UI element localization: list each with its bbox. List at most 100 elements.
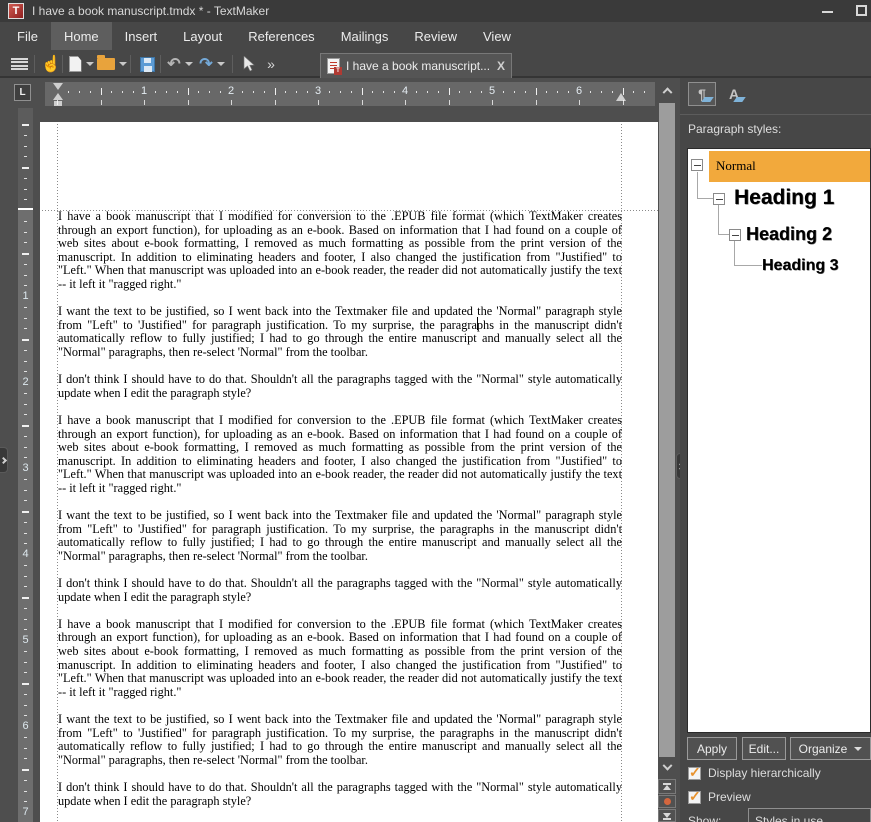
ruler-tick [90,91,91,93]
left-indent-marker[interactable] [53,93,63,100]
menu-home[interactable]: Home [51,22,112,50]
document-tab[interactable]: T I have a book manuscript.... X [320,53,512,78]
window-title: I have a book manuscript.tmdx * - TextMa… [32,4,269,18]
ruler-tick [24,500,27,501]
paragraph[interactable]: I don't think I should have to do that. … [58,781,622,808]
ruler-tick [362,88,363,95]
organize-button[interactable]: Organize [790,737,871,760]
show-filter-dropdown[interactable]: Styles in use [748,808,871,822]
ruler-tick [459,91,460,93]
first-line-indent-marker[interactable] [53,83,63,90]
style-item-heading-3[interactable]: Heading 3 [762,257,838,275]
document-file-icon: T [327,58,340,74]
ruler-tick [209,91,210,93]
ruler-tick [24,694,27,695]
browse-dot-icon [664,798,671,805]
ruler-number: 7 [18,806,33,818]
menu-references[interactable]: References [235,22,327,50]
checkbox-icon: ✓ [688,767,701,780]
style-item-heading-2[interactable]: Heading 2 [746,224,832,245]
edit-button[interactable]: Edit... [742,737,786,760]
ruler-tick [536,88,537,95]
apply-button[interactable]: Apply [687,737,737,760]
left-pane-handle[interactable] [0,447,8,473]
checkbox-icon: ✓ [688,791,701,804]
document-text[interactable]: I have a book manuscript that I modified… [58,210,622,822]
select-tool-button[interactable] [238,53,260,75]
chevron-up-icon [662,87,672,97]
tree-connector [734,265,762,266]
touch-mode-button[interactable]: ☝ [40,53,62,75]
previous-page-button[interactable] [658,779,676,794]
paragraph[interactable]: I want the text to be justified, so I we… [58,509,622,563]
next-page-button[interactable] [658,809,676,822]
paragraph-styles-list[interactable]: Normal Heading 1 Heading 2 Heading 3 [687,148,871,733]
ruler-tick [24,307,27,308]
new-document-button[interactable] [68,53,94,75]
maximize-icon [856,5,867,16]
ruler-tick [68,91,69,93]
ruler-tick [372,91,373,93]
menu-review[interactable]: Review [401,22,470,50]
open-document-button[interactable] [96,53,128,75]
vertical-ruler[interactable]: 1234567 [18,108,33,822]
tree-connector [697,172,698,199]
paragraph[interactable]: I have a book manuscript that I modified… [58,210,622,292]
browse-object-button[interactable] [658,795,676,808]
collapse-toggle[interactable] [691,159,703,171]
tab-type-selector[interactable]: L [14,84,31,101]
scroll-down-button[interactable] [658,759,676,777]
right-indent-marker[interactable] [616,93,626,101]
menu-insert[interactable]: Insert [112,22,171,50]
paragraph[interactable]: I have a book manuscript that I modified… [58,414,622,496]
paragraph[interactable]: I don't think I should have to do that. … [58,577,622,604]
paragraph-styles-button[interactable]: ¶ [688,82,716,106]
scroll-up-button[interactable] [658,80,676,98]
tab-close-button[interactable]: X [497,59,505,73]
left-indent-box-marker[interactable] [54,101,62,106]
ruler-tick [536,100,537,105]
scrollbar-thumb[interactable] [659,103,675,757]
ruler-tick [24,479,27,480]
ruler-tick [394,91,395,93]
toolbar-separator [160,55,161,73]
style-item-normal[interactable]: Normal [716,158,756,174]
ruler-tick [546,91,547,93]
ruler-tick [623,88,624,95]
menu-view[interactable]: View [470,22,524,50]
paragraph[interactable]: I want the text to be justified, so I we… [58,305,622,359]
chevron-down-icon [185,62,193,66]
ruler-number: 6 [18,720,33,732]
maximize-button[interactable] [848,0,871,22]
ruler-tick [22,425,29,427]
paragraph[interactable]: I want the text to be justified, so I we… [58,713,622,767]
collapse-toggle[interactable] [729,229,741,241]
redo-button[interactable]: ↷ [198,53,226,75]
horizontal-ruler[interactable]: 123456 [45,82,655,106]
chevron-right-icon [0,456,7,463]
sidebar-toggle-button[interactable] [8,53,30,75]
tree-connector [718,205,719,235]
menu-layout[interactable]: Layout [170,22,235,50]
collapse-toggle[interactable] [713,193,725,205]
ruler-tick [24,533,27,534]
document-tab-label: I have a book manuscript.... [346,59,491,73]
menu-file[interactable]: File [4,22,51,50]
checkbox-preview[interactable]: ✓Preview [688,790,751,804]
ruler-tick [24,436,27,437]
character-styles-button[interactable]: A [720,82,748,106]
ruler-tick [22,339,29,341]
checkbox-display-hierarchically[interactable]: ✓Display hierarchically [688,766,821,780]
minimize-button[interactable] [814,0,842,22]
more-tools-button[interactable]: » [262,53,280,75]
menu-mailings[interactable]: Mailings [328,22,402,50]
tree-connector [734,241,735,266]
undo-button[interactable]: ↶ [166,53,194,75]
save-button[interactable] [136,53,158,75]
paragraph[interactable]: I don't think I should have to do that. … [58,373,622,400]
ruler-tick [318,100,319,105]
document-page[interactable]: I have a book manuscript that I modified… [40,122,663,822]
style-item-heading-1[interactable]: Heading 1 [734,186,834,210]
ruler-tick [449,88,450,95]
paragraph[interactable]: I have a book manuscript that I modified… [58,618,622,700]
